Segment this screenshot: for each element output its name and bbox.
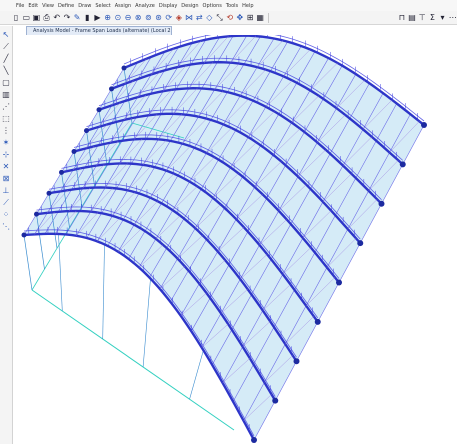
menu-draw[interactable]: Draw [78, 3, 91, 9]
3d-view-icon[interactable]: ◈ [175, 13, 183, 23]
column-line [102, 244, 105, 340]
draw-wall-icon[interactable]: ▥ [1, 90, 11, 100]
toolbar-separator [268, 12, 270, 23]
run-icon[interactable]: ▶ [93, 13, 101, 23]
snap-point-icon[interactable]: ✶ [1, 138, 11, 148]
draw-frame-icon[interactable]: ⟋ [1, 42, 11, 52]
shrink-icon[interactable]: ⤡ [215, 13, 223, 23]
draw-toolbar: ↖ ⟋ ╱ ╲ ▢ ▥ ⋰ ⬚ ⋮ ✶ ⊹ ✕ ⊠ ⊥ ⟋ ⁘ ⋱ [0, 26, 13, 444]
view-window-tab[interactable]: Analysis Model - Frame Span Loads (alter… [26, 26, 172, 35]
support-node [272, 397, 279, 404]
select-all-icon[interactable]: ✥ [236, 13, 244, 23]
edit-icon[interactable]: ✎ [73, 13, 81, 23]
support-node [314, 318, 321, 325]
lock-icon[interactable]: ▮ [83, 13, 91, 23]
support-node [96, 107, 102, 113]
open-icon[interactable]: ▭ [22, 13, 30, 23]
menu-assign[interactable]: Assign [115, 3, 131, 9]
section-icon[interactable]: ⊤ [418, 13, 426, 23]
support-node [121, 65, 127, 71]
rubber-band-icon[interactable]: ⬚ [1, 114, 11, 124]
pan-icon[interactable]: ⊚ [144, 13, 152, 23]
column-line [58, 233, 63, 312]
draw-brace-icon[interactable]: ╲ [1, 66, 11, 76]
draw-area-icon[interactable]: ▢ [1, 78, 11, 88]
menu-define[interactable]: Define [58, 3, 74, 9]
structure-model-3d[interactable] [14, 28, 457, 444]
print-icon[interactable]: ⎙ [43, 13, 51, 23]
support-node [421, 122, 427, 128]
support-node [84, 128, 89, 134]
elevation-view-icon[interactable]: ⇄ [195, 13, 203, 23]
draw-section-icon[interactable]: ⋮ [1, 126, 11, 136]
support-node [357, 240, 364, 247]
zoom-extents-icon[interactable]: ⊕ [104, 13, 112, 23]
support-node [59, 169, 64, 175]
support-node [109, 86, 114, 92]
zoom-window-icon[interactable]: ⊗ [134, 13, 142, 23]
menu-bar: File Edit View Define Draw Select Assign Analyz… [0, 0, 457, 11]
support-node [378, 200, 385, 207]
column-line [189, 350, 204, 400]
table-icon[interactable]: ▤ [408, 13, 416, 23]
menu-file[interactable]: File [16, 3, 24, 9]
new-icon[interactable]: ▯ [12, 13, 20, 23]
zoom-out-icon[interactable]: ⊖ [124, 13, 132, 23]
refresh-icon[interactable]: ⟲ [226, 13, 234, 23]
menu-design[interactable]: Design [181, 3, 198, 9]
frame-icon[interactable]: ⊓ [398, 13, 406, 23]
column-line [23, 234, 33, 291]
menu-tools[interactable]: Tools [226, 3, 238, 9]
more-icon[interactable]: ⋯ [449, 13, 457, 23]
snap-mid-icon[interactable]: ✕ [1, 162, 11, 172]
pointer-icon[interactable]: ↖ [1, 30, 11, 40]
support-node [251, 437, 257, 443]
support-node [399, 161, 406, 168]
support-node [336, 279, 342, 286]
display-options-icon[interactable]: ▦ [256, 13, 264, 23]
snap-grid-icon[interactable]: ⁘ [1, 210, 11, 220]
snap-fine-icon[interactable]: ⋱ [1, 222, 11, 232]
perspective-icon[interactable]: ◇ [205, 13, 213, 23]
zoom-in-icon[interactable]: ⊙ [114, 13, 122, 23]
sum-icon[interactable]: Σ [428, 13, 436, 23]
app-window: File Edit View Define Draw Select Assign Analyz… [0, 0, 457, 444]
support-node [21, 232, 27, 238]
menu-view[interactable]: View [42, 3, 54, 9]
rotate-icon[interactable]: ⟳ [165, 13, 173, 23]
support-node [293, 358, 300, 365]
column-line [142, 278, 151, 368]
redo-icon[interactable]: ↷ [63, 13, 71, 23]
menu-display[interactable]: Display [159, 3, 177, 9]
menu-analyze[interactable]: Analyze [135, 3, 155, 9]
draw-link-icon[interactable]: ⋰ [1, 102, 11, 112]
menu-options[interactable]: Options [203, 3, 222, 9]
quick-frame-icon[interactable]: ╱ [1, 54, 11, 64]
snap-perp-icon[interactable]: ⊥ [1, 186, 11, 196]
zoom-previous-icon[interactable]: ⊛ [154, 13, 162, 23]
menu-select[interactable]: Select [95, 3, 110, 9]
save-icon[interactable]: ▣ [32, 13, 41, 23]
support-node [71, 149, 77, 154]
main-toolbar: ▯ ▭ ▣ ⎙ ↶ ↷ ✎ ▮ ▶ ⊕ ⊙ ⊖ ⊗ ⊚ ⊛ ⟳ ◈ ⋈ ⇄ ◇ … [0, 11, 457, 25]
model-viewport[interactable] [14, 28, 457, 444]
support-node [34, 211, 39, 217]
support-node [46, 190, 52, 196]
plan-view-icon[interactable]: ⋈ [185, 13, 193, 23]
filter-icon[interactable]: ▾ [438, 13, 446, 23]
menu-edit[interactable]: Edit [28, 3, 38, 9]
undo-icon[interactable]: ↶ [53, 13, 61, 23]
grid-icon[interactable]: ⊞ [246, 13, 254, 23]
menu-help[interactable]: Help [242, 3, 253, 9]
snap-end-icon[interactable]: ⊹ [1, 150, 11, 160]
snap-line-icon[interactable]: ⟋ [1, 198, 11, 208]
snap-intersection-icon[interactable]: ⊠ [1, 174, 11, 184]
